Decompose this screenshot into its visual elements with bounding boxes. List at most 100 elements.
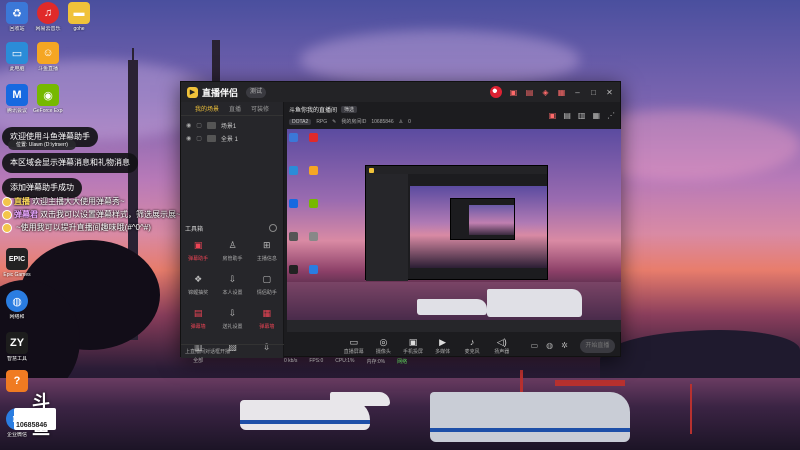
shirt-icon[interactable]: ◈: [541, 88, 550, 97]
gift-box-icon[interactable]: ▣: [549, 111, 557, 120]
title-bar[interactable]: ▶ 直播伴侣 测试 ▣ ▤ ◈ ▦ – □ ✕: [181, 82, 620, 102]
tool-wall[interactable]: ▦ 弹幕墙: [250, 305, 284, 335]
tools-section-label: 工具箱: [185, 227, 204, 233]
recycle-bin-shortcut[interactable]: ♻ 回收站: [2, 2, 32, 32]
network-shortcut[interactable]: ◍ 网络和: [2, 290, 32, 320]
tab-my-scenes[interactable]: 我的场景: [195, 104, 219, 113]
danmaku-icon: ▣: [193, 239, 203, 250]
memory: 内存:0%: [366, 358, 386, 365]
screen-capture-button[interactable]: ▭ 直播屏幕: [344, 336, 364, 355]
tool-danmaku[interactable]: ▣ 弹幕助手: [181, 237, 215, 267]
lottery-icon: ❖: [194, 273, 203, 284]
bottom-action-bar: ▭ 直播屏幕 ◎ 摄像头 ▣ 手机投屏 ▶ 多媒体 ♪ 麦克风 ◁) 扬声器 ▭ ◍ ✲ 开…: [285, 333, 621, 358]
grid-icon[interactable]: ▦: [592, 111, 600, 120]
camera-button[interactable]: ◎ 摄像头: [375, 337, 393, 355]
eye-icon[interactable]: ◉: [186, 122, 191, 129]
chat-username: 弹幕君: [14, 210, 38, 219]
close-icon[interactable]: ✕: [605, 88, 614, 97]
nvidia-shortcut[interactable]: ◉ GeForce Experience: [33, 84, 63, 114]
chart-icon[interactable]: ▥: [578, 111, 586, 120]
room-tag[interactable]: 筛选: [341, 105, 358, 113]
user-avatar[interactable]: [490, 86, 502, 98]
netease-music-shortcut[interactable]: ♫ 网易云音乐: [33, 2, 63, 32]
app-logo-icon: ▶: [187, 86, 198, 98]
folder-icon: ▬: [68, 2, 90, 24]
settings-gear-icon[interactable]: ✲: [561, 341, 568, 350]
media-button[interactable]: ▶ 多媒体: [434, 337, 452, 355]
record-icon[interactable]: ▭: [531, 341, 539, 350]
tool-admin[interactable]: ♙ 房管助手: [215, 237, 249, 267]
mic-button[interactable]: ♪ 麦克风: [463, 337, 481, 355]
start-live-button[interactable]: 开始直播: [579, 338, 615, 353]
speaker-icon: ◁): [496, 336, 507, 347]
beauty-icon[interactable]: ◍: [546, 341, 553, 350]
viewer-count: 0: [408, 118, 411, 125]
folder-shortcut[interactable]: ▬ gohe: [64, 2, 94, 32]
live-preview[interactable]: [287, 129, 621, 332]
message-icon[interactable]: ▣: [509, 88, 518, 97]
scene-label: 场景1: [220, 124, 237, 130]
status-strip: 0 kb/s FPS:0 CPU:1% 内存:0% 网络: [104, 356, 440, 366]
tool-couple[interactable]: ▢ 情侣助手: [250, 271, 284, 301]
bag-icon[interactable]: ▤: [563, 111, 571, 120]
media-icon: ▶: [439, 336, 447, 347]
scene-item[interactable]: ◉ ▢ 全景 1: [181, 132, 283, 145]
phone-cast-button[interactable]: ▣ 手机投屏: [403, 336, 423, 355]
douyu-room-id: 10685846: [16, 422, 48, 429]
scene-thumb: [206, 122, 216, 129]
scene-item[interactable]: ◉ ▢ 场景1: [181, 119, 283, 132]
phone-cast-icon: ▣: [408, 336, 418, 347]
eye-icon[interactable]: ◉: [186, 135, 191, 142]
bitrate: 0 kb/s: [284, 358, 298, 364]
version-badge[interactable]: 测试: [246, 86, 267, 98]
tab-live[interactable]: 直播: [229, 104, 241, 113]
douyu-card: 10685846: [14, 408, 56, 430]
chat-text: 双击我可以设置弹幕样式，筛选展示展~: [40, 210, 181, 219]
zy-icon: ZY: [6, 332, 28, 354]
orange-app-icon: ?: [6, 370, 28, 392]
tool-danmaku-wall[interactable]: ▤ 弹幕墙: [181, 305, 215, 335]
speaker-button[interactable]: ◁) 扬声器: [493, 337, 511, 355]
epic-games-shortcut[interactable]: EPIC Epic Games: [2, 248, 32, 278]
live-companion-window: ▶ 直播伴侣 测试 ▣ ▤ ◈ ▦ – □ ✕ 我的场景 直播 可装修 ◉ ▢ …: [180, 81, 621, 364]
zy-shortcut[interactable]: ZY 智慧工具: [2, 332, 32, 362]
nvidia-icon: ◉: [37, 84, 59, 106]
category-chip[interactable]: DOTA2: [289, 118, 312, 125]
douyu-shortcut[interactable]: ☺ 斗鱼直播: [33, 42, 63, 72]
chat-username: 直播: [14, 197, 30, 206]
sub-category: RPG: [316, 118, 328, 125]
room-title[interactable]: 斗鱼你我的直播间: [289, 105, 337, 114]
minimize-icon[interactable]: –: [573, 88, 582, 97]
network-status: 网络: [397, 358, 408, 365]
netease-music-icon: ♫: [37, 2, 59, 24]
meeting-shortcut[interactable]: M 腾讯会议: [2, 84, 32, 114]
settings-icon[interactable]: ▦: [557, 88, 566, 97]
camera-icon: ◎: [379, 336, 388, 347]
maximize-icon[interactable]: □: [589, 88, 598, 97]
room-id-label: 我的房间ID: [341, 119, 367, 125]
edit-icon[interactable]: ✎: [332, 119, 336, 125]
preview-nested-window: [365, 165, 548, 281]
tool-gift[interactable]: ⇩ 送礼设置: [215, 305, 249, 335]
tool-anchor-info[interactable]: ⊞ 主播信息: [250, 237, 284, 267]
chat-text: 欢迎主播大大使用弹幕秀~: [32, 197, 125, 206]
tool-settings[interactable]: ⇩ 本人设置: [215, 271, 249, 301]
tooltip-bubble: 位置: Ulawn (D:\ytrserr): [8, 140, 76, 150]
lock-icon[interactable]: ▢: [196, 135, 202, 142]
gift-icon: ⇩: [228, 307, 237, 318]
orange-app-shortcut[interactable]: ?: [2, 370, 32, 392]
share-icon[interactable]: ⋰: [607, 111, 615, 120]
cpu: CPU:1%: [335, 358, 355, 364]
tab-decorate[interactable]: 可装修: [251, 104, 269, 113]
wall2-icon: ▦: [262, 307, 272, 318]
douyu-widget[interactable]: 斗鱼 10685846: [14, 390, 60, 438]
tools-toggle-icon[interactable]: [269, 224, 277, 232]
viewer-icon: ♙: [398, 118, 404, 125]
network-icon: ◍: [6, 290, 28, 312]
lock-icon[interactable]: ▢: [196, 122, 202, 129]
screen-icon: ▭: [349, 336, 359, 347]
tool-lottery[interactable]: ❖ 锦鲤抽奖: [181, 271, 215, 301]
chat-message: ~使用我可以提升直播间趣味哦(#^0^#): [2, 222, 151, 233]
gift-icon[interactable]: ▤: [525, 88, 534, 97]
computer-shortcut[interactable]: ▭ 此电脑: [2, 42, 32, 72]
